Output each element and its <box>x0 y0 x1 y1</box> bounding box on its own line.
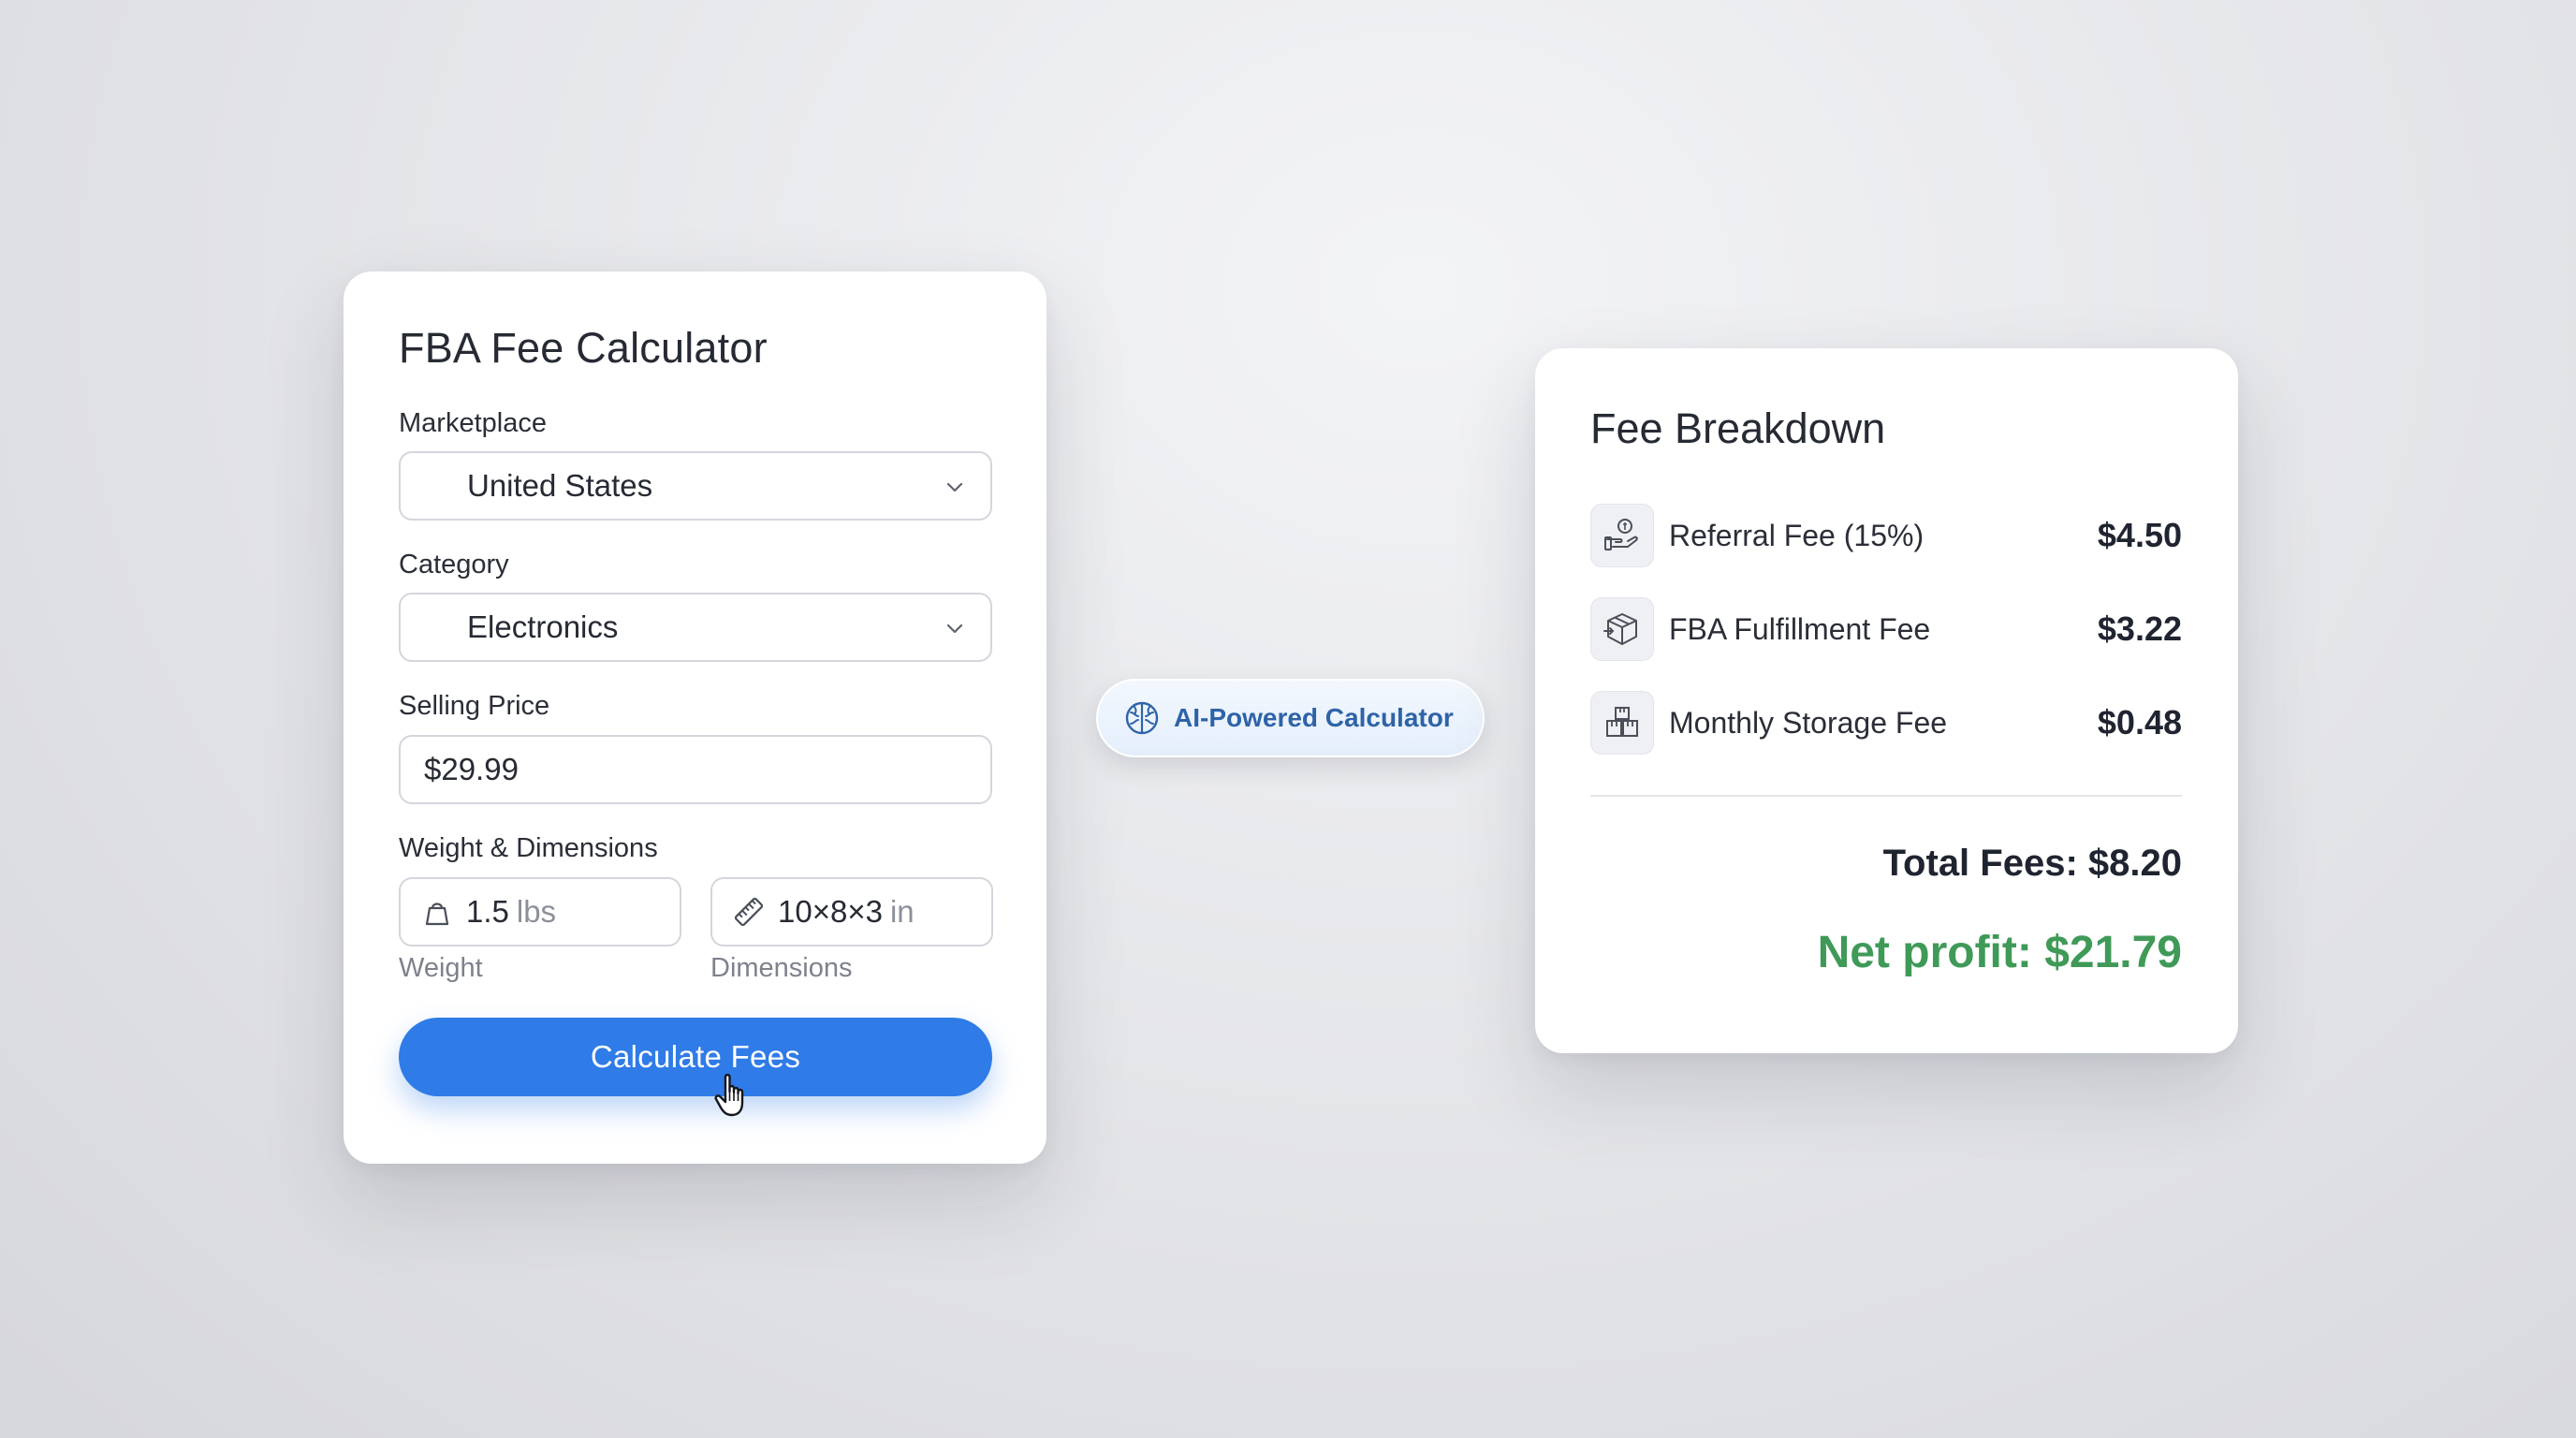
package-icon <box>1603 613 1637 645</box>
weight-sublabel: Weight <box>399 953 483 983</box>
category-label: Category <box>399 550 509 580</box>
fee-row-referral: Referral Fee (15%) $4.50 <box>1590 504 2182 567</box>
divider <box>1590 795 2182 797</box>
selling-price-input[interactable]: $29.99 <box>399 735 992 804</box>
brain-icon <box>1125 701 1159 735</box>
fee-name: Referral Fee (15%) <box>1669 518 1925 552</box>
calculator-title: FBA Fee Calculator <box>399 324 768 372</box>
selling-price-value: $29.99 <box>424 752 519 786</box>
hand-coin-icon <box>1604 519 1638 550</box>
fee-amount: $0.48 <box>2097 703 2182 741</box>
dimensions-unit: in <box>889 894 915 929</box>
weight-unit: lbs <box>516 894 557 929</box>
weight-value: 1.5 <box>466 894 509 929</box>
dimensions-sublabel: Dimensions <box>710 953 853 983</box>
weight-icon <box>425 902 449 926</box>
fee-row-fulfillment: FBA Fulfillment Fee $3.22 <box>1590 597 2182 661</box>
fee-amount: $3.22 <box>2097 609 2182 648</box>
calculate-fees-label: Calculate Fees <box>590 1039 801 1074</box>
fee-row-storage: Monthly Storage Fee $0.48 <box>1590 691 2182 755</box>
fee-name: Monthly Storage Fee <box>1669 705 1948 740</box>
breakdown-title: Fee Breakdown <box>1590 404 1886 452</box>
hand-pointer-icon <box>714 1073 744 1117</box>
chevron-down-icon <box>946 624 963 634</box>
dimensions-input[interactable]: 10×8×3 in <box>710 877 993 946</box>
weight-input[interactable]: 1.5 lbs <box>399 877 681 946</box>
ai-powered-badge[interactable]: AI-Powered Calculator <box>1096 679 1485 757</box>
ai-badge-label: AI-Powered Calculator <box>1174 703 1454 732</box>
marketplace-value: United States <box>467 468 653 503</box>
category-select[interactable]: Electronics <box>399 593 992 662</box>
fee-breakdown-card: Fee Breakdown Referral Fee (15%) $4.50 F… <box>1535 348 2238 1053</box>
ruler-icon <box>734 897 764 927</box>
chevron-down-icon <box>946 482 963 492</box>
category-value: Electronics <box>467 609 619 644</box>
total-fees: Total Fees: $8.20 <box>1882 843 2182 884</box>
selling-price-label: Selling Price <box>399 691 550 721</box>
net-profit: Net profit: $21.79 <box>1817 928 2182 977</box>
marketplace-label: Marketplace <box>399 408 547 438</box>
fee-name: FBA Fulfillment Fee <box>1669 611 1931 646</box>
marketplace-select[interactable]: United States <box>399 451 992 521</box>
fee-calculator-card: FBA Fee Calculator Marketplace United St… <box>344 271 1046 1164</box>
boxes-icon <box>1606 707 1638 737</box>
fee-amount: $4.50 <box>2097 516 2182 554</box>
weight-dimensions-label: Weight & Dimensions <box>399 833 658 863</box>
calculate-fees-button[interactable]: Calculate Fees <box>399 1018 992 1096</box>
dimensions-value: 10×8×3 <box>778 894 883 929</box>
